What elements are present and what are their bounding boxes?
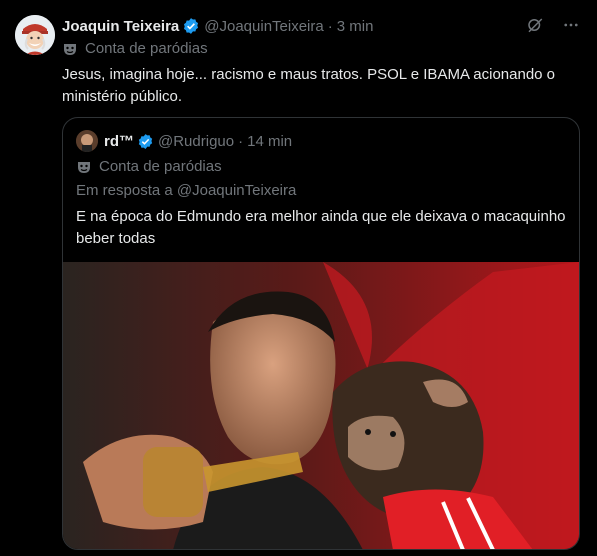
tweet-header: Joaquin Teixeira @JoaquinTeixeira · 3 mi… (62, 14, 577, 38)
quoted-photo[interactable] (63, 262, 579, 549)
quoted-tweet[interactable]: rd™ @Rudriguo · 14 min Conta de paródias… (62, 117, 580, 550)
tweet-actions (524, 14, 582, 36)
quoted-author-handle[interactable]: @Rudriguo (158, 133, 234, 150)
separator: · (327, 17, 333, 35)
quoted-timestamp[interactable]: 14 min (247, 133, 292, 150)
quoted-header: rd™ @Rudriguo · 14 min (76, 130, 292, 152)
quoted-author-name[interactable]: rd™ (104, 133, 134, 150)
author-avatar[interactable] (15, 15, 55, 55)
verified-badge-icon (137, 133, 154, 150)
parody-text: Conta de paródias (99, 158, 222, 175)
quoted-parody-label: Conta de paródias (76, 158, 222, 175)
verified-badge-icon (182, 17, 200, 35)
parody-label: Conta de paródias (62, 40, 208, 57)
parody-mask-icon (62, 41, 78, 57)
author-handle[interactable]: @JoaquinTeixeira (204, 18, 323, 35)
timestamp[interactable]: 3 min (337, 18, 374, 35)
quoted-text: E na época do Edmundo era melhor ainda q… (76, 208, 566, 247)
more-icon[interactable] (560, 14, 582, 36)
tweet-text: Jesus, imagina hoje... racismo e maus tr… (62, 66, 556, 105)
quoted-avatar[interactable] (76, 130, 98, 152)
parody-mask-icon (76, 159, 92, 175)
grok-icon[interactable] (524, 14, 546, 36)
separator: · (238, 132, 244, 150)
tweet: Joaquin Teixeira @JoaquinTeixeira · 3 mi… (0, 0, 597, 556)
author-name[interactable]: Joaquin Teixeira (62, 18, 179, 35)
reply-context[interactable]: Em resposta a @JoaquinTeixeira (76, 182, 296, 199)
parody-text: Conta de paródias (85, 40, 208, 57)
